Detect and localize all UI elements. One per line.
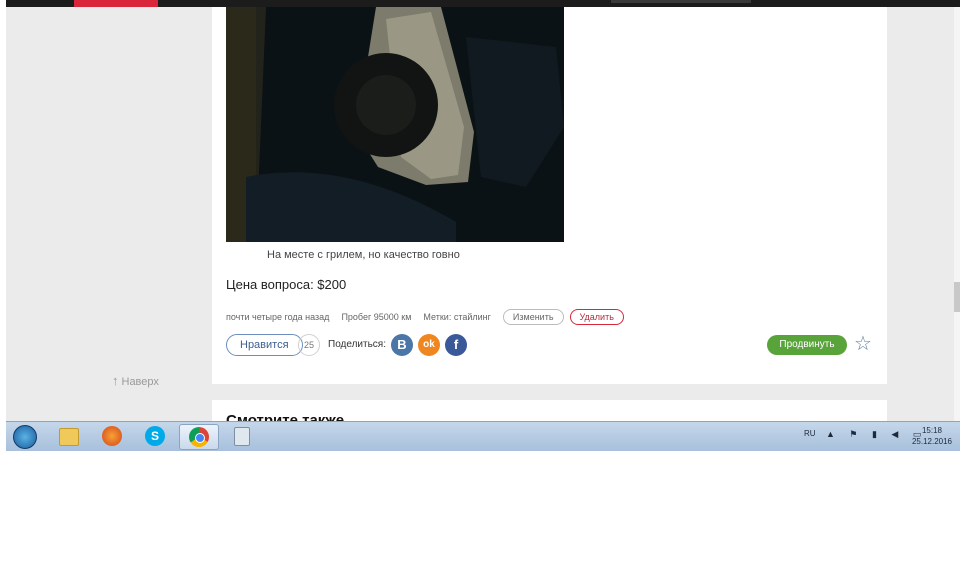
chrome-icon [189, 427, 209, 447]
vk-share-icon[interactable]: В [391, 334, 413, 356]
star-icon[interactable]: ☆ [854, 332, 872, 356]
like-count: 25 [298, 334, 320, 356]
post-tags[interactable]: Метки: стайлинг [423, 312, 490, 322]
post-actions: Нравится 25 Поделиться: В ok f Продвинут… [226, 332, 876, 358]
clock[interactable]: 15:18 25.12.2016 [910, 425, 954, 447]
start-button[interactable] [6, 424, 44, 449]
browser-viewport: ↑ Наверх На месте с грилем, но качество г… [6, 0, 960, 450]
language-indicator[interactable]: RU [804, 429, 816, 438]
edit-button[interactable]: Изменить [502, 309, 564, 325]
scrollbar-thumb[interactable] [954, 282, 960, 312]
taskbar-chrome[interactable] [179, 424, 219, 450]
promote-button[interactable]: Продвинуть [767, 335, 847, 355]
price-text: Цена вопроса: $200 [226, 277, 347, 292]
calculator-icon [234, 427, 250, 446]
delete-button[interactable]: Удалить [569, 309, 624, 325]
clock-time: 15:18 [921, 426, 943, 435]
taskbar-skype[interactable]: S [136, 424, 174, 448]
post-mileage: Пробег 95000 км [341, 312, 412, 322]
post-card: На месте с грилем, но качество говно Цен… [212, 7, 887, 384]
post-photo[interactable] [226, 7, 564, 242]
site-header [6, 0, 960, 7]
page-scrollbar[interactable] [954, 7, 960, 421]
taskbar-firefox[interactable] [93, 424, 131, 448]
taskbar-calculator[interactable] [222, 424, 260, 448]
windows-taskbar: S RU ▲ ⚑ ▮ ◀ ▭ 15:18 25.12.2016 [6, 421, 960, 451]
share-label: Поделиться: [328, 339, 386, 350]
back-to-top-label: Наверх [121, 376, 159, 388]
windows-logo-icon [13, 425, 37, 449]
odnoklassniki-share-icon[interactable]: ok [418, 334, 440, 356]
back-to-top-link[interactable]: ↑ Наверх [112, 373, 159, 388]
folder-icon [59, 428, 79, 446]
skype-icon: S [145, 426, 165, 446]
clock-date: 25.12.2016 [911, 437, 953, 446]
firefox-icon [102, 426, 122, 446]
photo-image [226, 7, 564, 242]
like-button[interactable]: Нравится [226, 334, 303, 356]
header-accent-tab[interactable] [74, 0, 158, 7]
post-age: почти четыре года назад [226, 312, 330, 322]
taskbar-explorer[interactable] [50, 424, 88, 448]
post-meta: почти четыре года назад Пробег 95000 км … [226, 308, 630, 326]
header-search-bar[interactable] [611, 0, 751, 3]
photo-caption: На месте с грилем, но качество говно [267, 249, 460, 261]
arrow-up-icon: ↑ [112, 373, 119, 388]
facebook-share-icon[interactable]: f [445, 334, 467, 356]
